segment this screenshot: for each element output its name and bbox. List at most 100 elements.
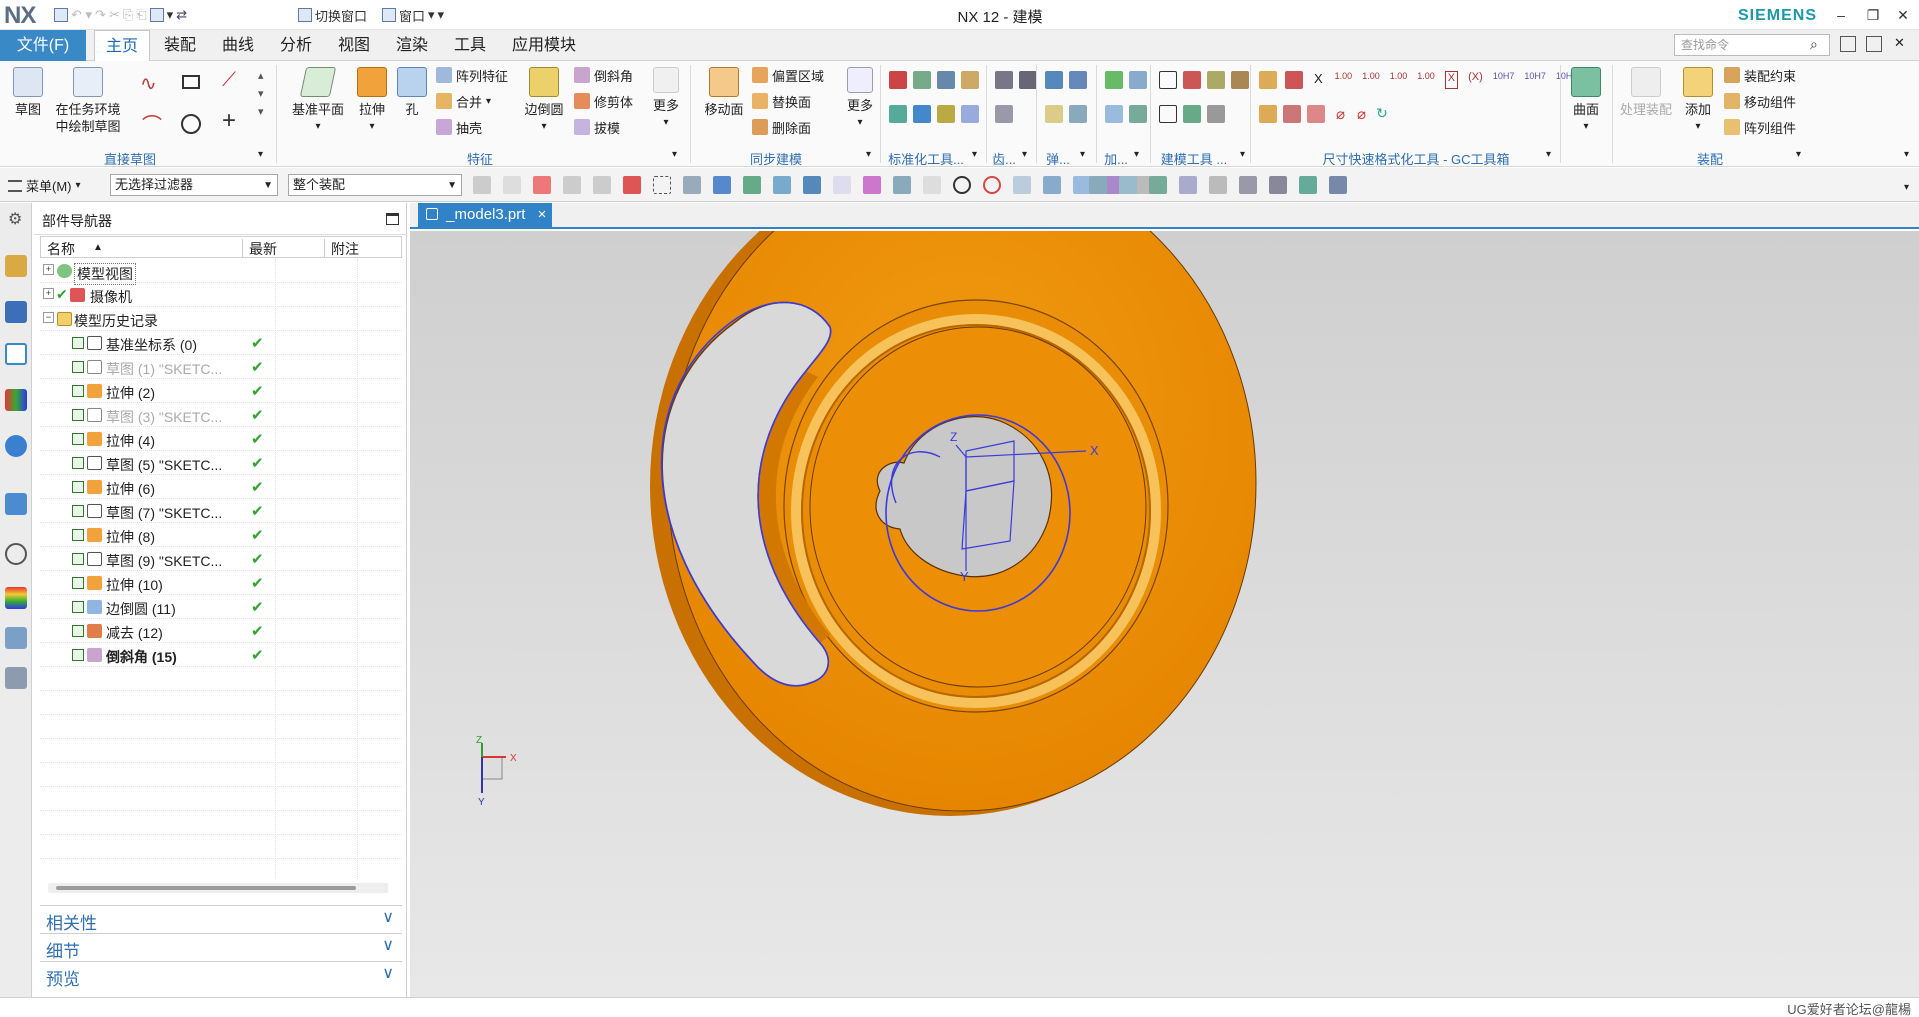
tool-icon[interactable]: [1129, 105, 1147, 123]
column-name[interactable]: 名称: [47, 239, 75, 259]
chevron-down-icon[interactable]: ▾: [972, 149, 977, 160]
snap-icon[interactable]: [743, 176, 761, 194]
dim-format-button[interactable]: 1.00: [1362, 71, 1380, 89]
spring-icon[interactable]: [1069, 71, 1087, 89]
more-icon[interactable]: ▾: [438, 7, 445, 23]
visibility-checkbox[interactable]: [72, 409, 84, 421]
visibility-checkbox[interactable]: [72, 553, 84, 565]
tab-assembly[interactable]: 装配: [156, 30, 204, 61]
graphics-window[interactable]: X Y Z X Y Z: [410, 154, 1919, 999]
ribbon-options-icon[interactable]: ▾: [1904, 149, 1909, 160]
expand-icon[interactable]: +: [43, 288, 54, 299]
tool-icon[interactable]: [961, 71, 979, 89]
extrude-button[interactable]: 拉伸 ▾: [354, 67, 390, 135]
visibility-checkbox[interactable]: [72, 601, 84, 613]
tool-icon[interactable]: [889, 71, 907, 89]
info-icon[interactable]: [5, 435, 27, 457]
shell-button[interactable]: 抽壳: [436, 117, 482, 137]
close-window-icon[interactable]: ✕: [1894, 35, 1905, 51]
tolerance-button[interactable]: 10H7: [1493, 71, 1515, 89]
switch-window-button[interactable]: 切换窗口: [298, 5, 367, 25]
edge-blend-button[interactable]: 边倒圆 ▾: [520, 67, 568, 135]
chevron-down-icon[interactable]: ▾: [1080, 149, 1085, 160]
chevron-down-icon[interactable]: ▾: [258, 149, 263, 160]
spring-icon[interactable]: [1045, 71, 1063, 89]
feature-row[interactable]: 草图 (5) "SKETC... ✔: [40, 451, 402, 475]
circle-icon[interactable]: [181, 114, 201, 134]
visibility-checkbox[interactable]: [72, 361, 84, 373]
panel-preview[interactable]: 预览 ∨: [40, 961, 402, 989]
feature-row[interactable]: 拉伸 (6) ✔: [40, 475, 402, 499]
tool-icon[interactable]: [1207, 105, 1225, 123]
assembly-constraint-button[interactable]: 装配约束: [1724, 65, 1796, 85]
feature-row[interactable]: 拉伸 (4) ✔: [40, 427, 402, 451]
feature-row[interactable]: 拉伸 (2) ✔: [40, 379, 402, 403]
tab-applications[interactable]: 应用模块: [504, 30, 584, 61]
select-icon[interactable]: [533, 176, 551, 194]
feature-row[interactable]: 拉伸 (10) ✔: [40, 571, 402, 595]
tool-icon[interactable]: [1207, 71, 1225, 89]
search-icon[interactable]: ⌕: [1810, 36, 1818, 53]
dropdown-icon[interactable]: ▾: [167, 7, 174, 23]
view-icon[interactable]: [1239, 176, 1257, 194]
visibility-checkbox[interactable]: [72, 529, 84, 541]
more-features-button[interactable]: 更多 ▾: [648, 67, 684, 131]
sketch-gallery-scroll[interactable]: ▴ ▾ ▾: [258, 67, 264, 121]
more-sync-button[interactable]: 更多 ▾: [842, 67, 878, 131]
save-icon[interactable]: [54, 8, 68, 22]
tree-node-cameras[interactable]: + ✔ 摄像机: [40, 283, 402, 307]
view-icon[interactable]: [1329, 176, 1347, 194]
dim-x-box-button[interactable]: X: [1444, 71, 1459, 89]
scrollbar-thumb[interactable]: [56, 886, 356, 890]
tool-icon[interactable]: [961, 105, 979, 123]
cut-icon[interactable]: ✂: [109, 7, 120, 23]
rectangle-select-icon[interactable]: [653, 176, 671, 194]
triangle-icon[interactable]: [1159, 71, 1177, 89]
snap-icon[interactable]: [1043, 176, 1061, 194]
offset-region-button[interactable]: 偏置区域: [752, 65, 824, 85]
select-icon[interactable]: [563, 176, 581, 194]
feature-row-current[interactable]: 倒斜角 (15) ✔: [40, 643, 402, 667]
select-icon[interactable]: [713, 176, 731, 194]
tool-icon[interactable]: [1283, 105, 1301, 123]
view-icon[interactable]: [1089, 176, 1107, 194]
command-search-input[interactable]: 查找命令: [1674, 34, 1830, 56]
select-icon[interactable]: [503, 176, 521, 194]
refresh-icon[interactable]: ↻: [1376, 105, 1388, 123]
feature-row[interactable]: 草图 (7) "SKETC... ✔: [40, 499, 402, 523]
close-tab-icon[interactable]: ×: [538, 206, 547, 223]
feature-row[interactable]: 减去 (12) ✔: [40, 619, 402, 643]
type-filter-select[interactable]: 无选择过滤器 ▼: [110, 174, 278, 196]
arc-icon[interactable]: ⌒: [142, 109, 162, 138]
tool-icon[interactable]: [1259, 71, 1277, 89]
datum-plane-button[interactable]: 基准平面 ▾: [288, 67, 348, 135]
expand-icon[interactable]: +: [43, 264, 54, 275]
tool-icon[interactable]: [937, 105, 955, 123]
part-navigator-icon[interactable]: [5, 343, 27, 365]
visibility-checkbox[interactable]: [72, 505, 84, 517]
visibility-checkbox[interactable]: [72, 625, 84, 637]
tool-icon[interactable]: [1307, 105, 1325, 123]
diameter-icon[interactable]: ⌀: [1336, 105, 1345, 123]
render-style-icon[interactable]: [1269, 176, 1287, 194]
tab-render[interactable]: 渲染: [388, 30, 436, 61]
tool-icon[interactable]: [889, 105, 907, 123]
chevron-down-icon[interactable]: ▾: [1796, 149, 1801, 160]
dim-format-button[interactable]: 1.00: [1417, 71, 1435, 89]
chevron-down-icon[interactable]: ▾: [1240, 149, 1245, 160]
history-icon[interactable]: [5, 543, 27, 565]
view-icon[interactable]: [1119, 176, 1137, 194]
tool-icon[interactable]: [1231, 71, 1249, 89]
toolbar-options-icon[interactable]: ▾: [1904, 182, 1909, 193]
restore-icon[interactable]: ❐: [1862, 4, 1884, 26]
tool-icon[interactable]: [1183, 105, 1201, 123]
sketch-in-task-button[interactable]: 在任务环境 中绘制草图: [52, 67, 124, 135]
chevron-down-icon[interactable]: ▾: [1022, 149, 1027, 160]
view-icon[interactable]: [1179, 176, 1197, 194]
point-icon[interactable]: +: [222, 107, 236, 135]
repeat-command-icon[interactable]: ⇄: [176, 7, 187, 23]
delete-face-button[interactable]: 删除面: [752, 117, 811, 137]
gear-icon[interactable]: [1019, 71, 1037, 89]
unite-button[interactable]: 合并 ▾: [436, 91, 491, 111]
feature-row[interactable]: 草图 (3) "SKETC... ✔: [40, 403, 402, 427]
